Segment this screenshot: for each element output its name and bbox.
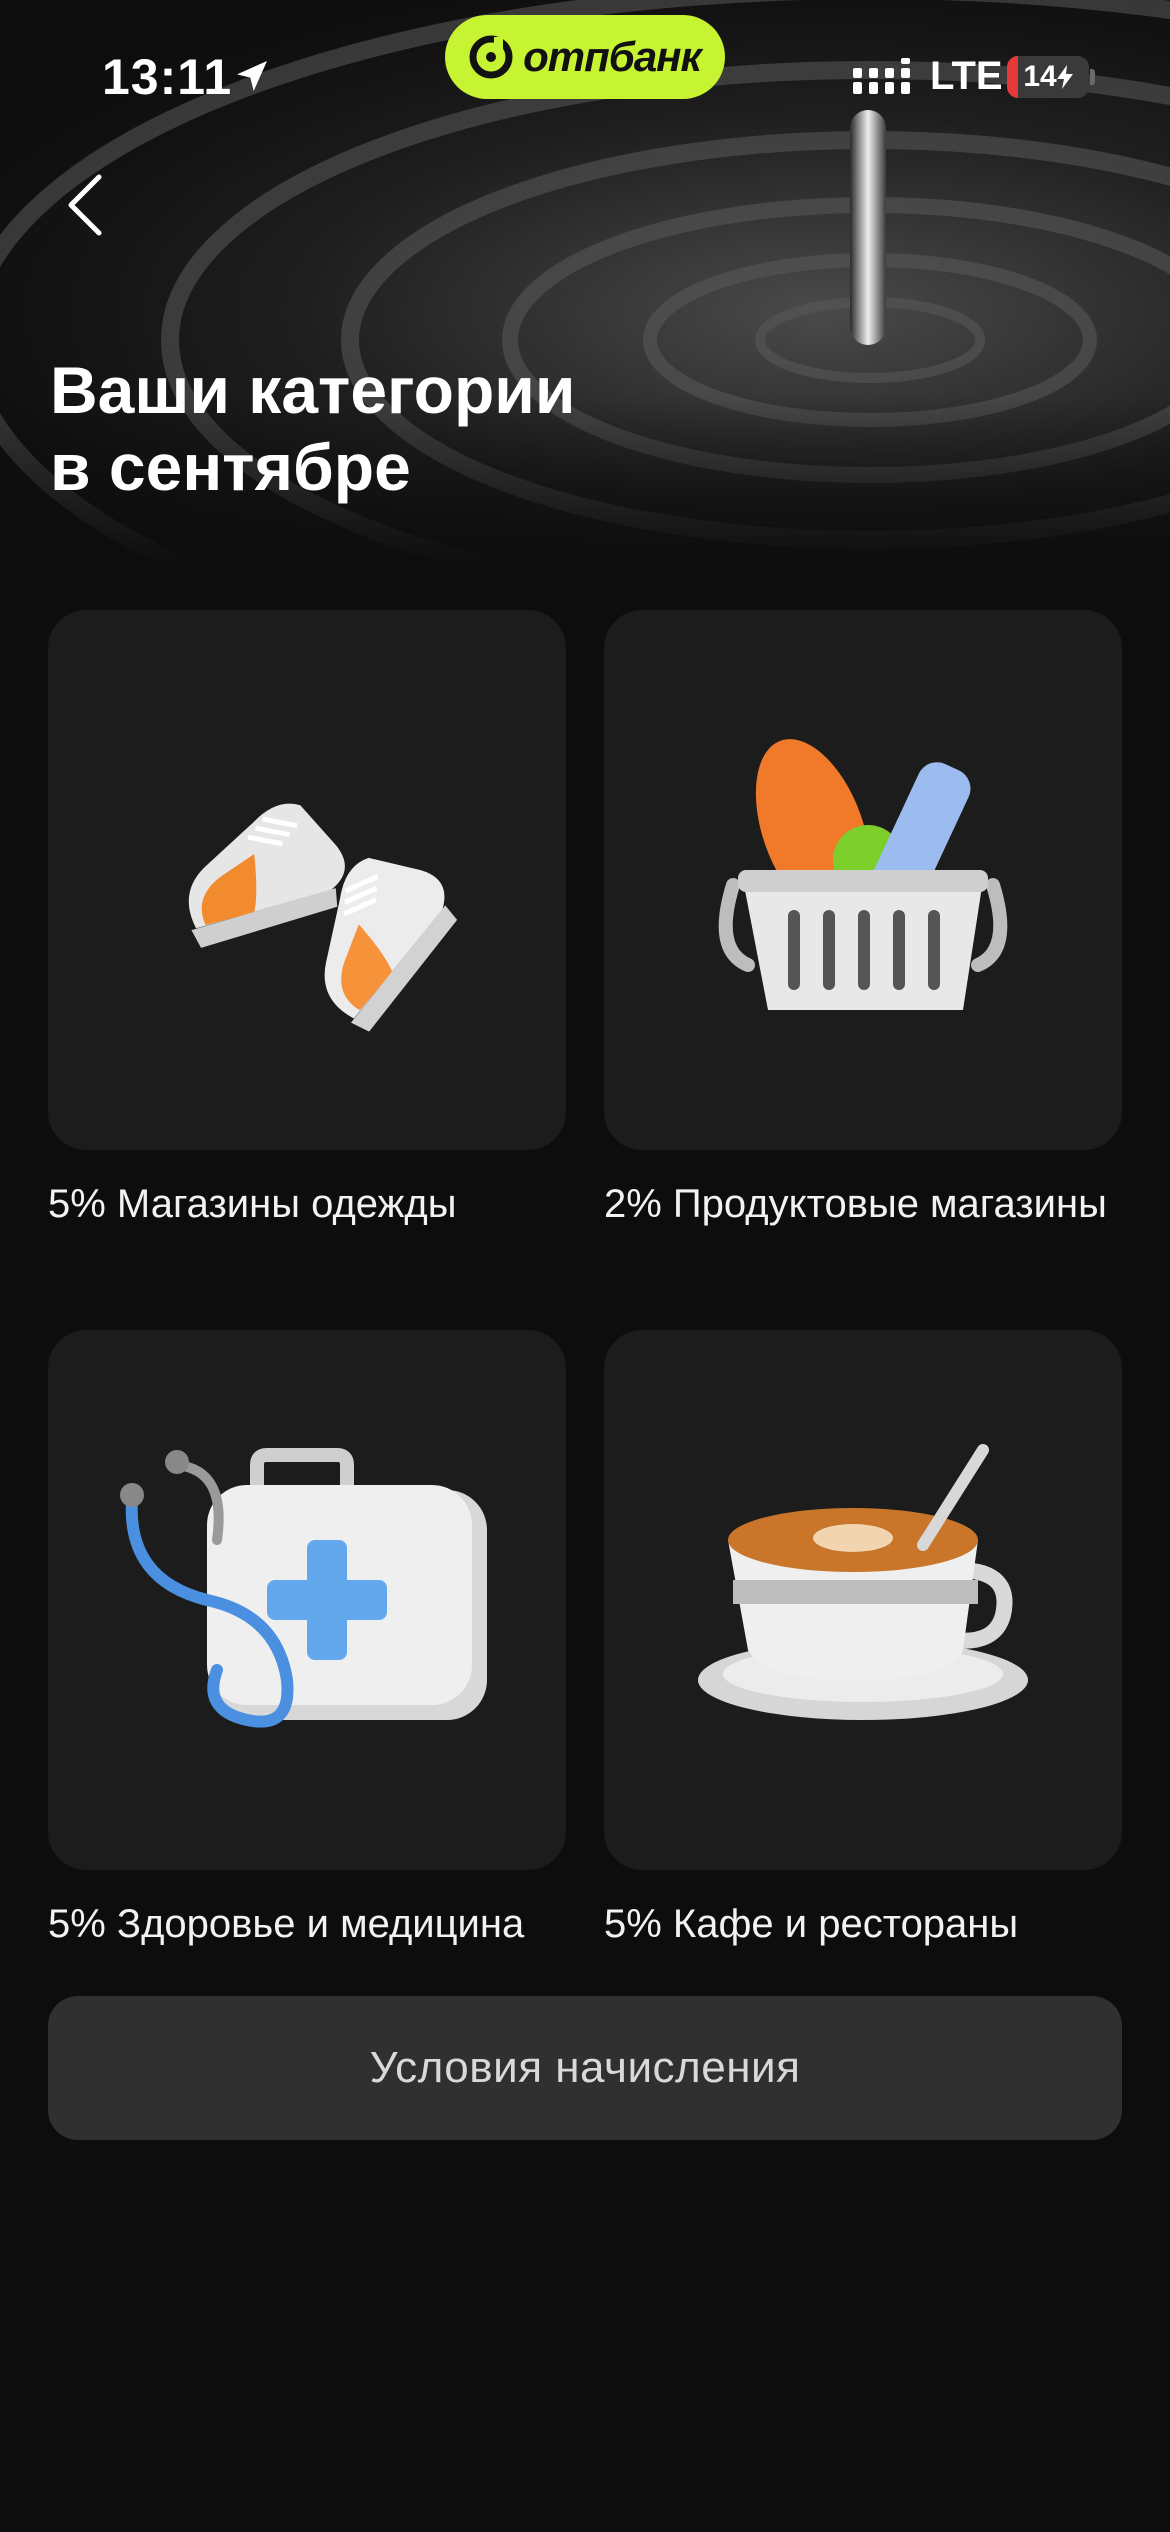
cellular-signal-icon bbox=[853, 58, 910, 94]
category-card-clothing[interactable]: 5% Магазины одежды bbox=[48, 610, 566, 1231]
brand-logo-icon bbox=[469, 35, 513, 79]
category-card-groceries[interactable]: 2% Продуктовые магазины bbox=[604, 610, 1122, 1231]
back-button[interactable] bbox=[50, 160, 120, 250]
category-image-health bbox=[48, 1330, 566, 1870]
coffee-cup-icon bbox=[698, 1444, 1028, 1720]
battery-cap bbox=[1090, 69, 1095, 85]
sneakers-icon bbox=[188, 803, 458, 1032]
page-title: Ваши категории в сентябре bbox=[50, 353, 576, 504]
brand-badge: отпбанк bbox=[445, 15, 725, 99]
category-label: 2% Продуктовые магазины bbox=[604, 1182, 1107, 1226]
category-label: 5% Магазины одежды bbox=[48, 1182, 457, 1226]
battery-level: 14 bbox=[1007, 56, 1089, 98]
category-label: 5% Кафе и рестораны bbox=[604, 1902, 1019, 1946]
category-image-cafe bbox=[604, 1330, 1122, 1870]
category-image-groceries bbox=[604, 610, 1122, 1150]
category-card-health[interactable]: 5% Здоровье и медицина bbox=[48, 1330, 566, 1951]
location-arrow-icon bbox=[237, 61, 267, 91]
chevron-left-icon bbox=[68, 174, 102, 236]
battery-icon: 14 bbox=[1007, 56, 1089, 98]
medical-kit-icon bbox=[120, 1448, 487, 1728]
network-type: LTE bbox=[930, 54, 1003, 98]
category-image-clothing bbox=[48, 610, 566, 1150]
category-card-cafe[interactable]: 5% Кафе и рестораны bbox=[604, 1330, 1122, 1951]
status-time: 13:11 bbox=[102, 49, 233, 105]
brand-name: отпбанк bbox=[523, 33, 702, 80]
status-bar: 13:11 отпбанк LTE 14 bbox=[0, 0, 1170, 150]
category-label: 5% Здоровье и медицина bbox=[48, 1902, 525, 1946]
accrual-terms-button[interactable]: Условия начисления bbox=[48, 1996, 1122, 2140]
charging-bolt-icon bbox=[1056, 65, 1073, 89]
grocery-basket-icon bbox=[718, 739, 1008, 1010]
